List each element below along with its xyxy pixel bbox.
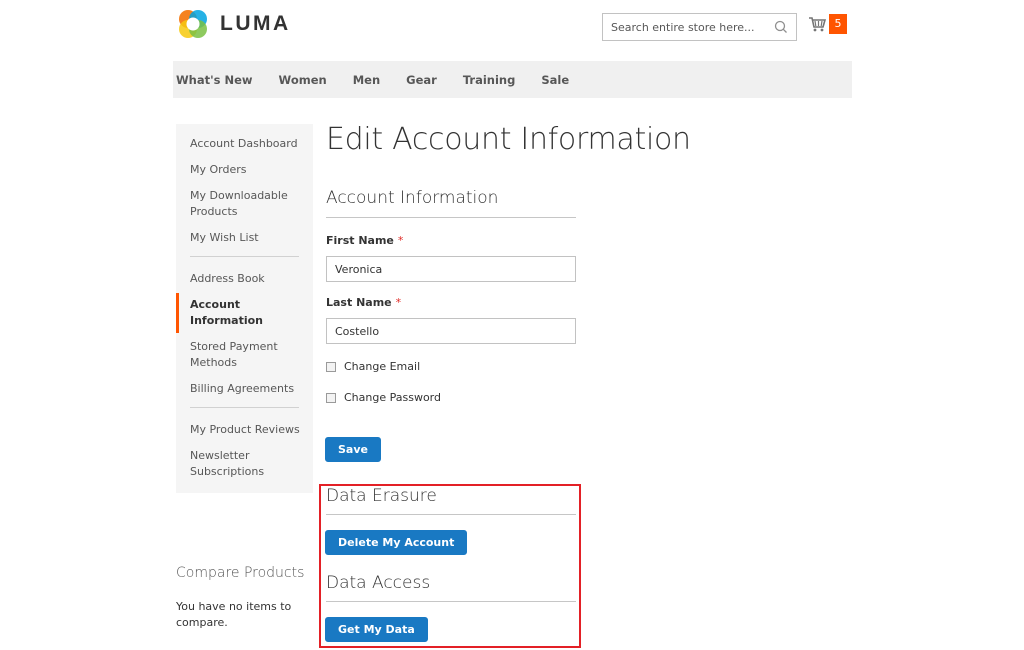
- minicart[interactable]: 5: [808, 14, 847, 34]
- last-name-field[interactable]: [326, 318, 576, 344]
- compare-products-title: Compare Products: [176, 565, 305, 581]
- change-email-checkbox[interactable]: [326, 361, 336, 372]
- nav-item-gear[interactable]: Gear: [406, 73, 437, 87]
- change-password-label[interactable]: Change Password: [344, 391, 441, 404]
- highlight-annotation-box: [319, 484, 581, 648]
- account-sidebar: Account Dashboard My Orders My Downloada…: [176, 124, 313, 493]
- sidebar-item-my-wish-list[interactable]: My Wish List: [176, 230, 313, 246]
- sidebar-item-my-downloadable-products[interactable]: My Downloadable Products: [176, 188, 313, 220]
- change-password-checkbox[interactable]: [326, 392, 336, 403]
- sidebar-divider: [190, 407, 299, 408]
- compare-products-text: You have no items to compare.: [176, 600, 292, 629]
- last-name-label-text: Last Name: [326, 296, 392, 309]
- change-password-row: Change Password: [326, 391, 441, 404]
- save-button[interactable]: Save: [325, 437, 381, 462]
- sidebar-item-address-book[interactable]: Address Book: [176, 271, 313, 287]
- nav-item-men[interactable]: Men: [353, 73, 380, 87]
- search-input[interactable]: [611, 20, 761, 34]
- sidebar-item-my-product-reviews[interactable]: My Product Reviews: [176, 422, 313, 438]
- section-divider: [326, 217, 576, 218]
- required-marker: *: [395, 296, 402, 309]
- sidebar-item-account-dashboard[interactable]: Account Dashboard: [176, 136, 313, 152]
- change-email-label[interactable]: Change Email: [344, 360, 420, 373]
- sidebar-item-account-information: Account Information: [176, 293, 313, 333]
- sidebar-divider: [190, 256, 299, 257]
- sidebar-item-billing-agreements[interactable]: Billing Agreements: [176, 381, 313, 397]
- account-information-title: Account Information: [326, 188, 499, 208]
- first-name-field[interactable]: [326, 256, 576, 282]
- cart-icon[interactable]: [808, 16, 826, 32]
- last-name-label: Last Name *: [326, 296, 401, 309]
- store-logo[interactable]: LUMA: [176, 7, 291, 41]
- first-name-label: First Name *: [326, 234, 403, 247]
- sidebar-item-newsletter-subscriptions[interactable]: Newsletter Subscriptions: [176, 448, 313, 480]
- first-name-label-text: First Name: [326, 234, 394, 247]
- nav-item-sale[interactable]: Sale: [541, 73, 569, 87]
- nav-item-women[interactable]: Women: [279, 73, 327, 87]
- search-box[interactable]: [602, 13, 797, 41]
- sidebar-item-stored-payment-methods[interactable]: Stored Payment Methods: [176, 339, 313, 371]
- logo-icon: [179, 10, 207, 38]
- sidebar-item-my-orders[interactable]: My Orders: [176, 162, 313, 178]
- nav-item-training[interactable]: Training: [463, 73, 516, 87]
- required-marker: *: [397, 234, 404, 247]
- search-icon[interactable]: [774, 20, 788, 34]
- nav-item-whats-new[interactable]: What's New: [176, 73, 253, 87]
- logo-text: LUMA: [220, 12, 291, 35]
- page-title: Edit Account Information: [326, 122, 691, 157]
- change-email-row: Change Email: [326, 360, 420, 373]
- cart-count-badge: 5: [829, 14, 847, 34]
- main-navigation: What's New Women Men Gear Training Sale: [173, 61, 852, 98]
